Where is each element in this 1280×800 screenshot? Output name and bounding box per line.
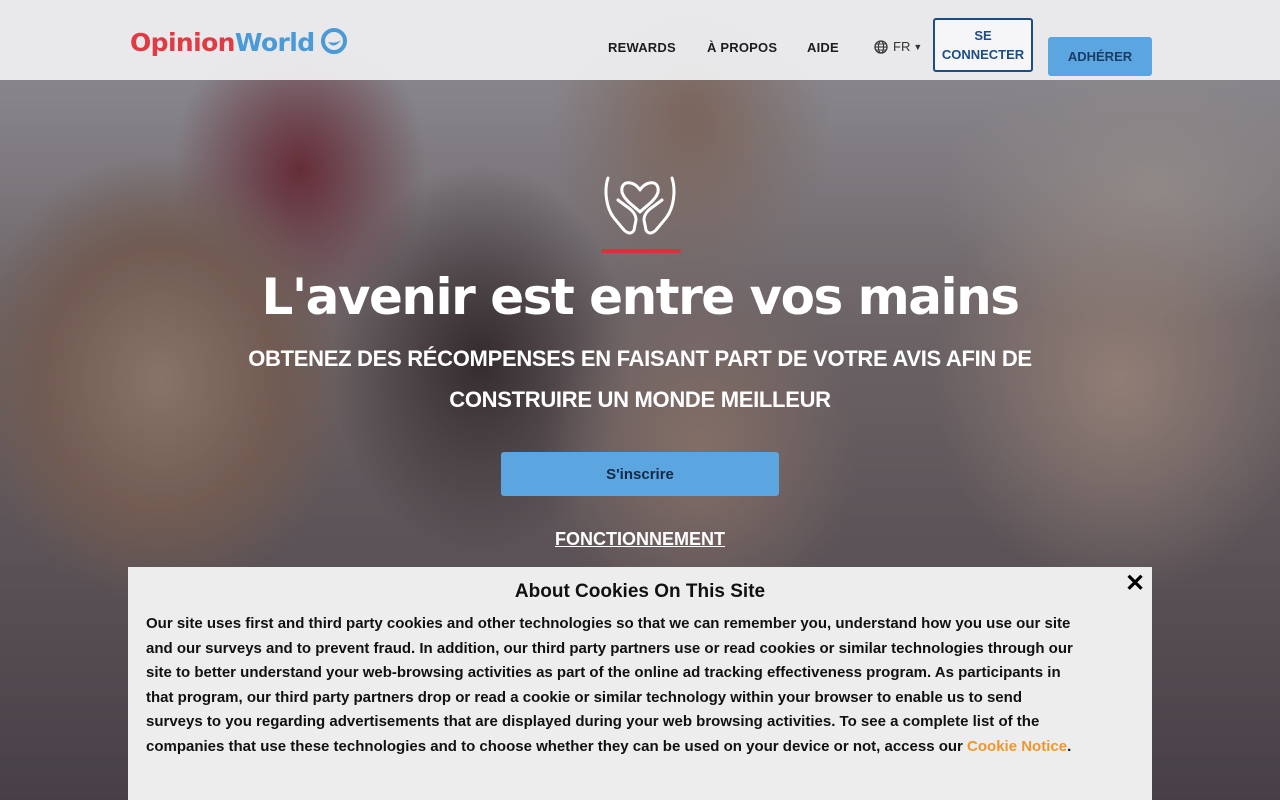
cookie-banner-title: About Cookies On This Site: [514, 581, 766, 602]
cookie-text-end: .: [1067, 737, 1072, 755]
hands-heart-icon: [604, 176, 676, 235]
speech-bubble-logo-icon: [320, 28, 347, 54]
globe-icon: [874, 39, 888, 54]
how-it-works-label[interactable]: FONCTIONNEMENT: [555, 529, 725, 549]
nav-a-propos[interactable]: À PROPOS: [707, 40, 777, 55]
nav-aide[interactable]: AIDE: [807, 40, 839, 55]
logo-text-opinion: Opinion: [130, 27, 235, 57]
signup-button[interactable]: S'inscrire: [501, 452, 779, 496]
hero-title: L'avenir est entre vos mains: [261, 268, 1020, 326]
hero-subtitle: OBTENEZ DES RÉCOMPENSES EN FAISANT PART …: [248, 346, 1032, 412]
cookie-banner-text: Our site uses first and third party cook…: [146, 612, 1081, 760]
login-button[interactable]: SE CONNECTER: [933, 18, 1033, 72]
title-accent-underline: [601, 249, 681, 253]
language-selector[interactable]: FR ▼: [874, 39, 922, 54]
opinionworld-logo[interactable]: Opinion World: [130, 24, 348, 60]
nav-rewards[interactable]: REWARDS: [608, 40, 676, 55]
site-header: Opinion World REWARDS À PROPOS AIDE FR ▼ …: [0, 0, 1280, 80]
logo-text-world: World: [234, 27, 315, 57]
cookie-banner: About Cookies On This Site ✕ Our site us…: [128, 567, 1152, 800]
join-button[interactable]: ADHÉRER: [1048, 37, 1152, 76]
cookie-notice-link[interactable]: Cookie Notice: [967, 738, 1067, 755]
cookie-text-body: Our site uses first and third party cook…: [146, 615, 1073, 755]
how-it-works-link[interactable]: FONCTIONNEMENT: [0, 529, 1280, 550]
language-label: FR: [893, 39, 911, 54]
chevron-down-icon: ▼: [913, 41, 923, 52]
close-icon[interactable]: ✕: [1122, 571, 1148, 597]
